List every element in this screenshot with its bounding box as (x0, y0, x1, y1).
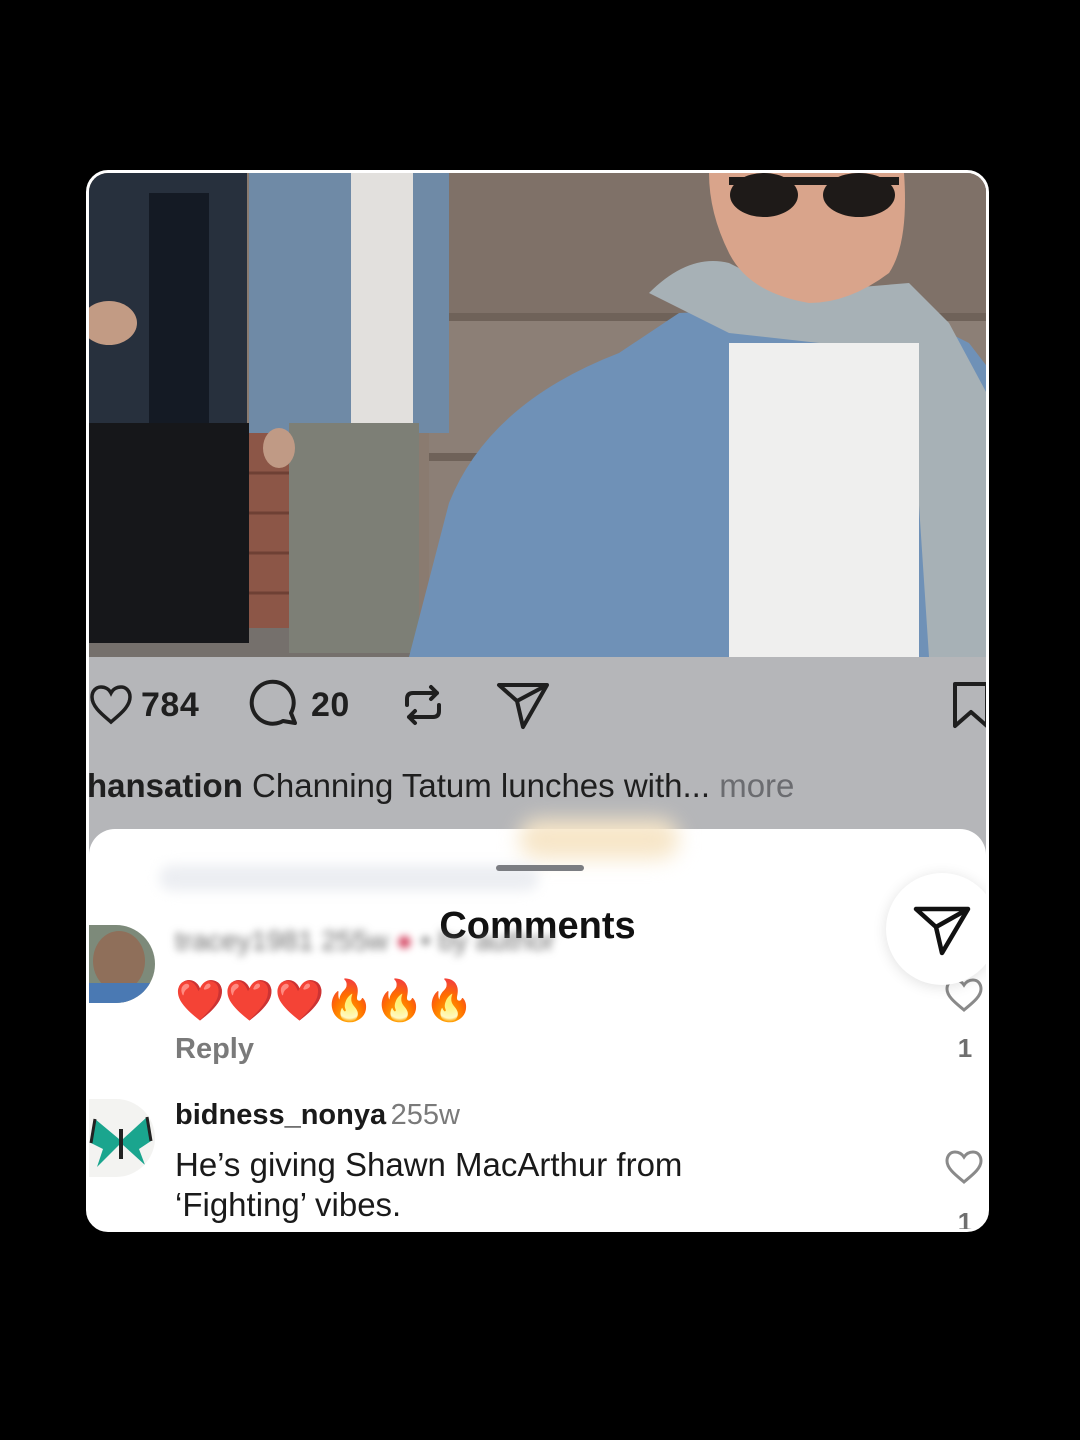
comment-like-count: 1 (957, 1033, 973, 1063)
comment-text-line: ‘Fighting’ vibes. (175, 1186, 402, 1223)
comment-username[interactable]: bidness_nonya (175, 1099, 386, 1131)
share-action[interactable] (493, 677, 553, 733)
avatar[interactable] (89, 1099, 155, 1177)
comment-count: 20 (311, 685, 350, 724)
comment-text-line: He’s giving Shawn MacArthur from (175, 1146, 683, 1183)
comment-like-count: 1 (957, 1207, 973, 1232)
heart-icon[interactable] (944, 1149, 984, 1185)
comment-header: bidness_nonya 255w (175, 1099, 460, 1132)
comment-icon (249, 679, 297, 726)
post-card: 784 20 hansation Channing Tatum lunches … (86, 170, 989, 1232)
comment-header-blurred: tracey1981 255w ● • by author (175, 925, 556, 956)
comment-text: ❤️❤️❤️🔥🔥🔥 (175, 978, 474, 1024)
caption-username[interactable]: hansation (89, 767, 243, 804)
comment-timestamp: 255w (390, 1099, 460, 1131)
share-icon (497, 683, 549, 729)
post-photo[interactable] (89, 173, 986, 657)
comments-sheet: Comments tracey1981 255w ● • by author ❤… (89, 819, 986, 1232)
comment-action[interactable]: 20 (247, 677, 350, 733)
share-icon (913, 906, 971, 956)
like-count: 784 (141, 685, 200, 724)
heart-icon (90, 685, 132, 725)
repost-action[interactable] (397, 677, 449, 733)
caption-text: Channing Tatum lunches with... (252, 767, 711, 804)
reply-button[interactable]: Reply (175, 1033, 254, 1066)
save-action[interactable] (951, 677, 986, 733)
share-post-button[interactable] (886, 873, 986, 985)
comment-text: He’s giving Shawn MacArthur from ‘Fighti… (175, 1145, 682, 1225)
repost-icon (405, 685, 441, 725)
blurred-background (519, 819, 679, 859)
bookmark-icon (953, 682, 986, 728)
post-caption[interactable]: hansation Channing Tatum lunches with...… (89, 767, 794, 805)
like-action[interactable]: 784 (89, 677, 199, 733)
blurred-background (159, 865, 539, 891)
post-actions: 784 20 (89, 677, 986, 733)
caption-more-link[interactable]: more (719, 767, 794, 804)
sheet-grabber[interactable] (496, 865, 584, 871)
